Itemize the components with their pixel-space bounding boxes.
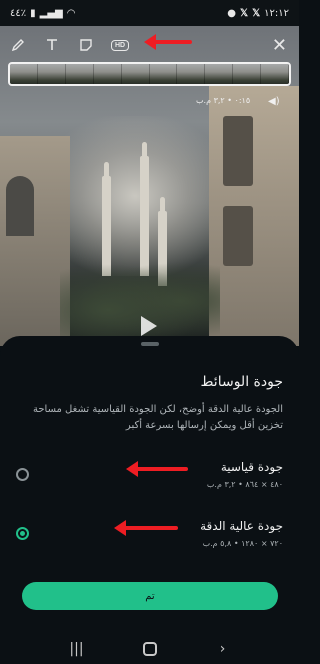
timeline-frame [121, 64, 150, 84]
battery-icon: ▮ [30, 7, 36, 19]
home-icon[interactable] [138, 637, 162, 661]
battery-percent: ٤٤٪ [10, 7, 27, 19]
option-label: جودة عالية الدقة [200, 519, 283, 533]
annotation-arrow-standard [126, 461, 188, 477]
video-duration-size: ٠:١٥ • ٣,٢ م.ب [196, 96, 251, 105]
play-icon[interactable] [141, 316, 157, 336]
x-app-icon-2: 𝕏 [252, 7, 261, 19]
timeline-frame [261, 64, 289, 84]
video-palms [60, 256, 220, 346]
timeline-frame [37, 64, 66, 84]
status-left: ٤٤٪ ▮ ▂▄▆ ◠ [10, 8, 75, 19]
radio-hd-quality[interactable] [16, 527, 29, 540]
close-icon[interactable]: ✕ [272, 35, 287, 56]
signal-icon: ▂▄▆ [39, 7, 63, 19]
volume-icon[interactable]: ◀) [268, 96, 280, 107]
pencil-icon[interactable] [8, 35, 28, 55]
done-button[interactable]: تم [22, 582, 278, 610]
sheet-title: جودة الوسائط [200, 374, 283, 390]
timeline-frame [65, 64, 94, 84]
timeline-frame [149, 64, 178, 84]
text-icon[interactable] [42, 35, 62, 55]
hd-label: HD [110, 39, 130, 51]
timeline-frame [177, 64, 206, 84]
recents-icon[interactable]: ||| [65, 637, 89, 661]
timeline-frame [233, 64, 262, 84]
option-label: جودة قياسية [220, 460, 283, 474]
annotation-arrow-hd [144, 34, 192, 50]
media-quality-sheet: جودة الوسائط الجودة عالية الدقة أوضح، لك… [0, 336, 299, 634]
status-bar: ٤٤٪ ▮ ▂▄▆ ◠ ● 𝕏 𝕏 ١٢:١٢ [0, 0, 299, 26]
annotation-arrow-hd-option [114, 520, 178, 536]
sheet-drag-handle[interactable] [141, 342, 159, 346]
notification-icon: ● [227, 7, 237, 19]
sticker-icon[interactable] [76, 35, 96, 55]
status-time: ١٢:١٢ [264, 7, 289, 19]
radio-standard-quality[interactable] [16, 468, 29, 481]
status-right: ● 𝕏 𝕏 ١٢:١٢ [227, 8, 289, 19]
video-building-right [209, 86, 299, 346]
x-app-icon: 𝕏 [240, 7, 249, 19]
timeline-frame [205, 64, 234, 84]
video-trim-timeline[interactable] [8, 62, 291, 86]
back-icon[interactable]: › [211, 637, 235, 661]
option-details: ٤٨٠ × ٨٦٤ • ٣,٢ م.ب [206, 480, 283, 489]
option-details: ٧٢٠ × ١٢٨٠ • ٥,٨ م.ب [202, 539, 283, 548]
timeline-frame [93, 64, 122, 84]
wifi-icon: ◠ [66, 7, 76, 19]
sheet-description: الجودة عالية الدقة أوضح، لكن الجودة القي… [33, 404, 283, 431]
hd-quality-button[interactable]: HD [110, 35, 130, 55]
timeline-frame [10, 64, 38, 84]
system-nav-bar: ||| › [0, 634, 299, 664]
